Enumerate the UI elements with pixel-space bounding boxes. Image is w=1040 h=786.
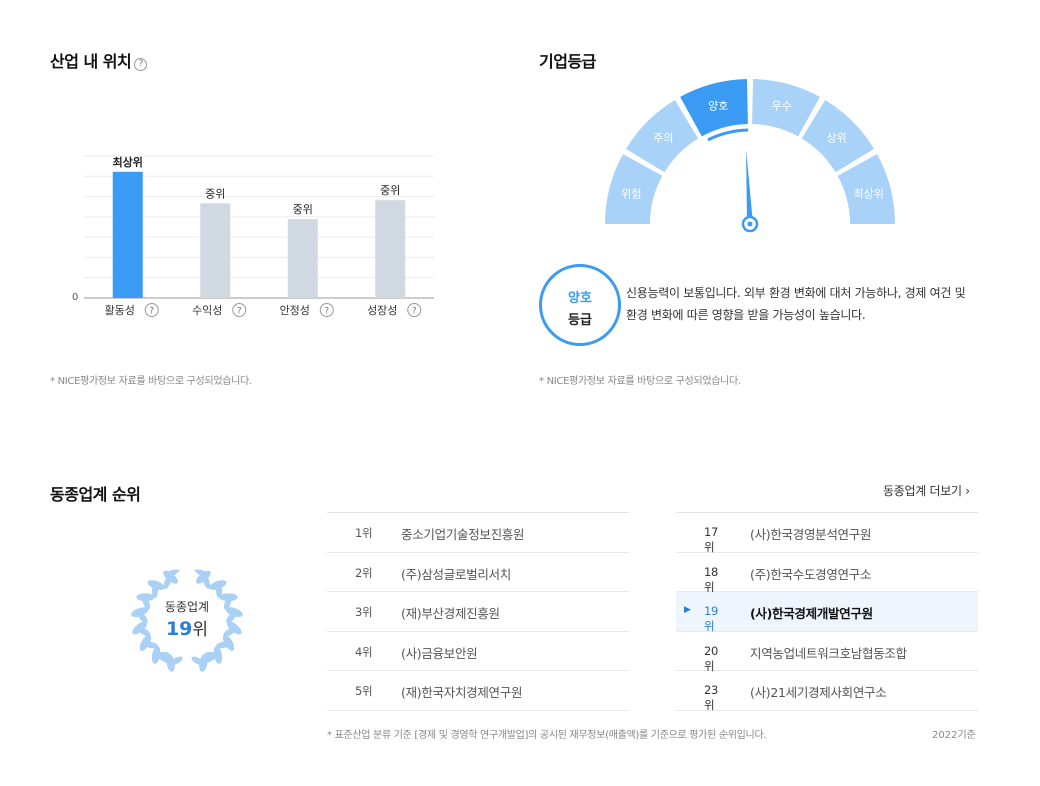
gauge-segment-label: 최상위 [853,188,883,201]
gauge-segment-label: 양호 [708,100,728,113]
svg-text:?: ? [149,307,154,317]
help-icon[interactable]: ? [134,58,148,71]
grade-badge-label: 등급 [568,313,592,328]
rank-row[interactable]: 5위 (재)한국자치경제연구원 [327,671,629,711]
x-tick-label: 성장성 [367,304,397,317]
rank-row[interactable]: 23위 (사)21세기경제사회연구소 [676,671,978,712]
grade-description: 신용능력이 보통입니다. 외부 환경 변화에 대처 가능하나, 경제 여건 및 … [626,286,966,322]
gauge-segment-label: 위험 [621,188,641,201]
help-icon[interactable]: ? [144,303,159,317]
grade-gauge: 위험 주의 양호 우수상위최상위 [605,79,895,233]
bar[interactable] [200,203,231,298]
bar[interactable] [375,200,406,298]
svg-text:?: ? [237,307,242,317]
rank-row[interactable]: 4위 (사)금융보안원 [327,632,629,671]
peer-footnote: * 표준산업 분류 기준 [경제 및 경영학 연구개발업]의 공시된 재무정보(… [327,730,767,741]
x-tick-label: 수익성 [192,304,222,317]
peer-ranking-title: 동종업계 순위 [50,485,141,504]
peer-rank-badge-label: 동종업계 [164,600,210,614]
rank-row[interactable]: 20위 지역농업네트워크호남협동조합 [676,632,978,673]
rank-row[interactable]: 18위 (주)한국수도경영연구소 [676,553,978,594]
industry-bar-chart: 최상위활동성 ? 중위수익성 ? 중위안정성 ? 중위성장성? [84,155,434,317]
rank-row[interactable]: 1위 중소기업기술정보진흥원 [327,513,629,553]
gauge-needle [746,149,753,225]
grade-badge-grade: 양호 [568,291,592,306]
rank-row[interactable]: 17위 (사)한국경영분석연구원 [676,513,978,554]
peer-rank-badge-value: 19위 [165,618,209,640]
company-grade-title: 기업등급 [539,52,596,71]
bar[interactable] [112,171,143,298]
base-year: 2022기준 [932,730,976,741]
grade-badge: 양호 등급 [539,264,621,346]
industry-footnote: * NICE평가정보 자료를 바탕으로 구성되었습니다. [50,376,252,387]
x-tick-label: 활동성 [105,303,135,317]
svg-text:?: ? [324,307,329,317]
rank-row-current[interactable]: ▶ 19위 (사)한국경제개발연구원 [676,592,978,633]
bar-data-label: 최상위 [113,155,143,169]
gauge-indicator-arc [707,128,749,142]
help-icon[interactable]: ? [232,303,247,317]
peer-rank-list-left: 1위 중소기업기술정보진흥원 2위 (주)삼성글로벌리서치 3위 (재)부산경제진흥원… [327,512,629,711]
peer-more-link[interactable]: 동종업계 더보기 › [883,482,970,499]
industry-position-title: 산업 내 위치? [50,48,148,72]
gauge-segment-label: 상위 [826,131,846,144]
gauge-segment-label: 주의 [653,131,673,144]
peer-rank-badge: 동종업계 19위 [122,598,252,640]
bar[interactable] [287,219,318,298]
bar-data-label: 중위 [293,203,313,216]
bar-data-label: 중위 [380,184,400,197]
grade-footnote: * NICE평가정보 자료를 바탕으로 구성되었습니다. [539,376,741,387]
help-icon[interactable]: ? [407,303,422,317]
help-icon[interactable]: ? [319,303,334,317]
peer-rank-list-right: 17위 (사)한국경영분석연구원 18위 (주)한국수도경영연구소 ▶ 19위 (사)한… [676,512,978,712]
svg-text:?: ? [412,307,417,317]
bar-data-label: 중위 [205,187,225,200]
gauge-segment-label: 우수 [772,100,792,113]
rank-row[interactable]: 2위 (주)삼성글로벌리서치 [327,553,629,592]
x-tick-label: 안정성 [280,304,310,317]
current-rank-arrow-icon: ▶ [684,605,691,615]
rank-row[interactable]: 3위 (재)부산경제진흥원 [327,592,629,632]
